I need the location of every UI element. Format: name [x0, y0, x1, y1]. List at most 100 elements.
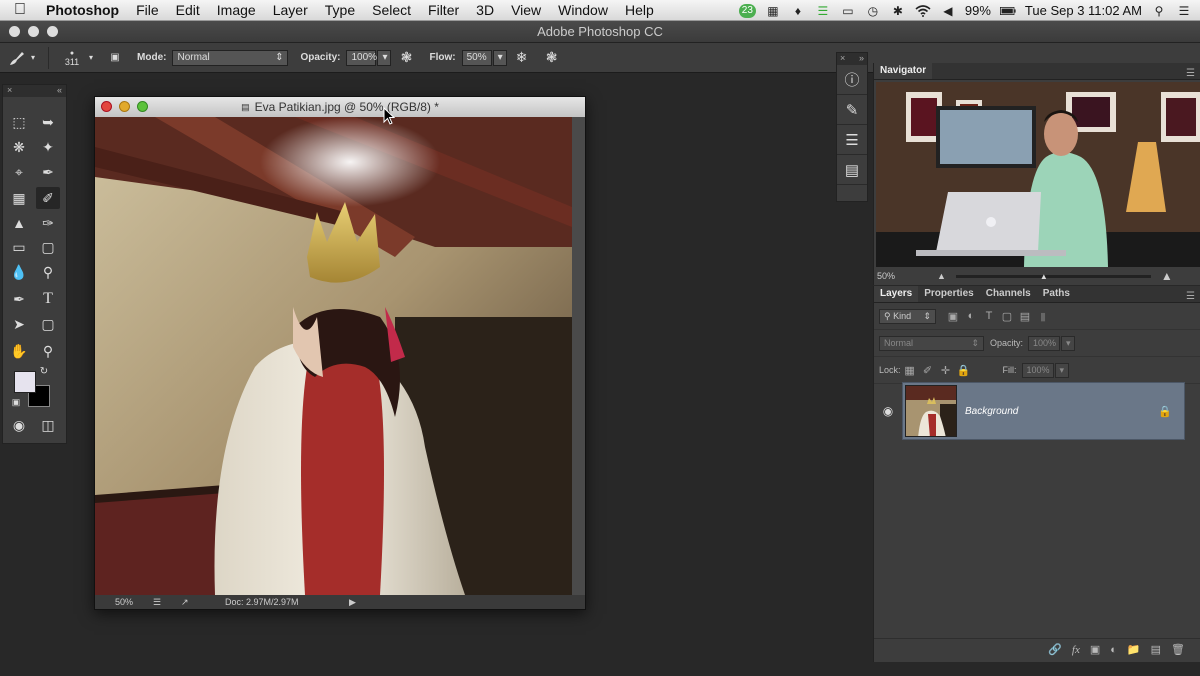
quick-mask-icon[interactable]: ◉ — [7, 414, 31, 436]
marquee-tool-icon[interactable]: ⬚ — [7, 111, 31, 133]
brush-size-dropdown-icon[interactable]: ▾ — [89, 53, 93, 62]
path-selection-tool-icon[interactable]: ➤ — [7, 313, 31, 335]
document-scrollbar[interactable] — [572, 117, 585, 595]
close-strip-icon[interactable]: × — [840, 53, 845, 65]
pressure-size-icon[interactable]: ❃ — [537, 47, 567, 69]
eraser-tool-icon[interactable]: ▭ — [7, 236, 31, 258]
mode-select[interactable]: Normal ⇕ — [172, 49, 289, 66]
magic-wand-tool-icon[interactable]: ✦ — [36, 136, 60, 158]
fill-input[interactable]: 100% — [1021, 362, 1054, 378]
zoom-document-button[interactable] — [137, 101, 148, 112]
tab-channels[interactable]: Channels — [980, 286, 1037, 302]
new-layer-icon[interactable]: ▤ — [1151, 643, 1161, 656]
green-bars-icon[interactable]: ☰ — [815, 4, 831, 18]
link-layers-icon[interactable]: 🔗 — [1048, 643, 1062, 656]
type-tool-icon[interactable]: T — [36, 288, 60, 310]
zoom-slider-handle[interactable]: ▲ — [1040, 272, 1048, 281]
new-group-icon[interactable]: 📁 — [1127, 643, 1141, 656]
zoom-in-icon[interactable]: ▲ — [1161, 269, 1173, 283]
share-icon[interactable]: ↗ — [181, 597, 225, 608]
close-document-button[interactable] — [101, 101, 112, 112]
navigator-menu-icon[interactable]: ☰ — [1181, 68, 1200, 79]
filter-adjustment-icon[interactable]: ◐ — [962, 310, 980, 322]
document-zoom-value[interactable]: 50% — [95, 597, 153, 607]
document-title-bar[interactable]: ▤ Eva Patikian.jpg @ 50% (RGB/8) * — [95, 97, 585, 117]
filter-kind-select[interactable]: ⚲ Kind ⇕ — [879, 308, 936, 324]
flow-dropdown[interactable]: ▾ — [492, 49, 507, 66]
zoom-out-icon[interactable]: ▲ — [937, 271, 946, 281]
info-icon[interactable]: ⓘ — [837, 65, 867, 95]
airbrush-icon[interactable]: ❄ — [507, 47, 537, 69]
wifi-icon[interactable] — [915, 4, 931, 18]
close-panel-icon[interactable]: × — [7, 85, 12, 97]
blur-tool-icon[interactable]: 💧 — [7, 261, 31, 283]
menu-image[interactable]: Image — [210, 2, 266, 18]
brush-size-picker[interactable]: ● 311 — [55, 47, 89, 69]
new-adjustment-layer-icon[interactable]: ◐ — [1110, 644, 1117, 656]
layer-name[interactable]: Background — [965, 406, 1018, 417]
filter-type-icon[interactable]: T — [980, 310, 998, 322]
blend-mode-select[interactable]: Normal ⇕ — [879, 335, 984, 351]
apple-menu-icon[interactable]:  — [0, 1, 40, 19]
foreground-color-swatch[interactable] — [14, 371, 36, 393]
adjustments-icon[interactable]: ☰ — [837, 125, 867, 155]
menu-type[interactable]: Type — [318, 2, 365, 18]
tab-navigator[interactable]: Navigator — [874, 63, 933, 79]
spotlight-search-icon[interactable]: ⚲ — [1151, 4, 1167, 18]
lock-all-icon[interactable]: 🔒 — [955, 364, 973, 377]
filter-shape-icon[interactable]: ▢ — [998, 310, 1016, 323]
minimize-document-button[interactable] — [119, 101, 130, 112]
clone-source-icon[interactable]: ▤ — [837, 155, 867, 185]
eyedropper-tool-icon[interactable]: ✒ — [36, 161, 60, 183]
navigator-zoom-value[interactable]: 50% — [877, 271, 937, 281]
airplay-icon[interactable]: ▭ — [840, 4, 856, 18]
menu-3d[interactable]: 3D — [469, 2, 504, 18]
gradient-tool-icon[interactable]: ▢ — [36, 236, 60, 258]
lock-position-icon[interactable]: ✛ — [937, 364, 955, 377]
rectangle-tool-icon[interactable]: ▢ — [36, 313, 60, 335]
lock-transparent-icon[interactable]: ▦ — [901, 364, 919, 377]
close-window-button[interactable] — [9, 26, 20, 37]
layer-selected-row[interactable]: Background 🔒 — [902, 382, 1185, 440]
zoom-tool-icon[interactable]: ⚲ — [36, 340, 60, 362]
layers-menu-icon[interactable]: ☰ — [1181, 291, 1200, 302]
menu-filter[interactable]: Filter — [421, 2, 469, 18]
brush-panel-toggle-icon[interactable]: ▣ — [101, 47, 129, 69]
grid-app-icon[interactable]: ▦ — [765, 4, 781, 18]
clone-stamp-tool-icon[interactable]: ▲ — [7, 212, 31, 234]
opacity-dropdown[interactable]: ▾ — [377, 49, 392, 66]
brush-tool-icon[interactable]: ✐ — [36, 187, 60, 209]
brush-presets-icon[interactable]: ✎ — [837, 95, 867, 125]
tab-layers[interactable]: Layers — [874, 286, 919, 302]
opacity-input[interactable]: 100% — [346, 49, 377, 66]
menu-edit[interactable]: Edit — [169, 2, 210, 18]
menu-photoshop[interactable]: Photoshop — [40, 2, 129, 18]
clock[interactable]: Tue Sep 3 11:02 AM — [1025, 3, 1142, 18]
layer-visibility-eye-icon[interactable]: ◉ — [874, 404, 902, 418]
default-colors-icon[interactable]: ▣ — [9, 395, 23, 409]
filter-smart-object-icon[interactable]: ▤ — [1016, 310, 1034, 323]
status-options-icon[interactable]: ☰ — [153, 597, 181, 608]
pressure-opacity-icon[interactable]: ❃ — [391, 47, 421, 69]
pen-tool-icon[interactable]: ✒ — [7, 288, 31, 310]
healing-brush-tool-icon[interactable]: ▦ — [7, 187, 31, 209]
layer-effects-icon[interactable]: fx — [1072, 644, 1080, 656]
time-machine-icon[interactable]: ◷ — [865, 4, 881, 18]
layer-opacity-dropdown[interactable]: ▾ — [1061, 335, 1076, 351]
volume-icon[interactable]: ◀ — [940, 4, 956, 18]
evernote-icon[interactable]: ♦ — [790, 4, 806, 18]
menu-select[interactable]: Select — [365, 2, 421, 18]
menu-layer[interactable]: Layer — [266, 2, 318, 18]
notification-center-icon[interactable]: ☰ — [1176, 4, 1192, 18]
zoom-slider[interactable]: ▲ — [955, 272, 1151, 281]
filter-pixel-icon[interactable]: ▣ — [944, 310, 962, 323]
crop-tool-icon[interactable]: ⌖ — [7, 161, 31, 183]
lasso-tool-icon[interactable]: ❋ — [7, 136, 31, 158]
tab-paths[interactable]: Paths — [1037, 286, 1076, 302]
menu-view[interactable]: View — [504, 2, 551, 18]
delete-layer-icon[interactable]: 🗑 — [1171, 643, 1185, 656]
bluetooth-icon[interactable]: ✱ — [890, 4, 906, 18]
minimize-window-button[interactable] — [28, 26, 39, 37]
history-brush-tool-icon[interactable]: ✑ — [36, 212, 60, 234]
layer-opacity-input[interactable]: 100% — [1028, 335, 1061, 351]
